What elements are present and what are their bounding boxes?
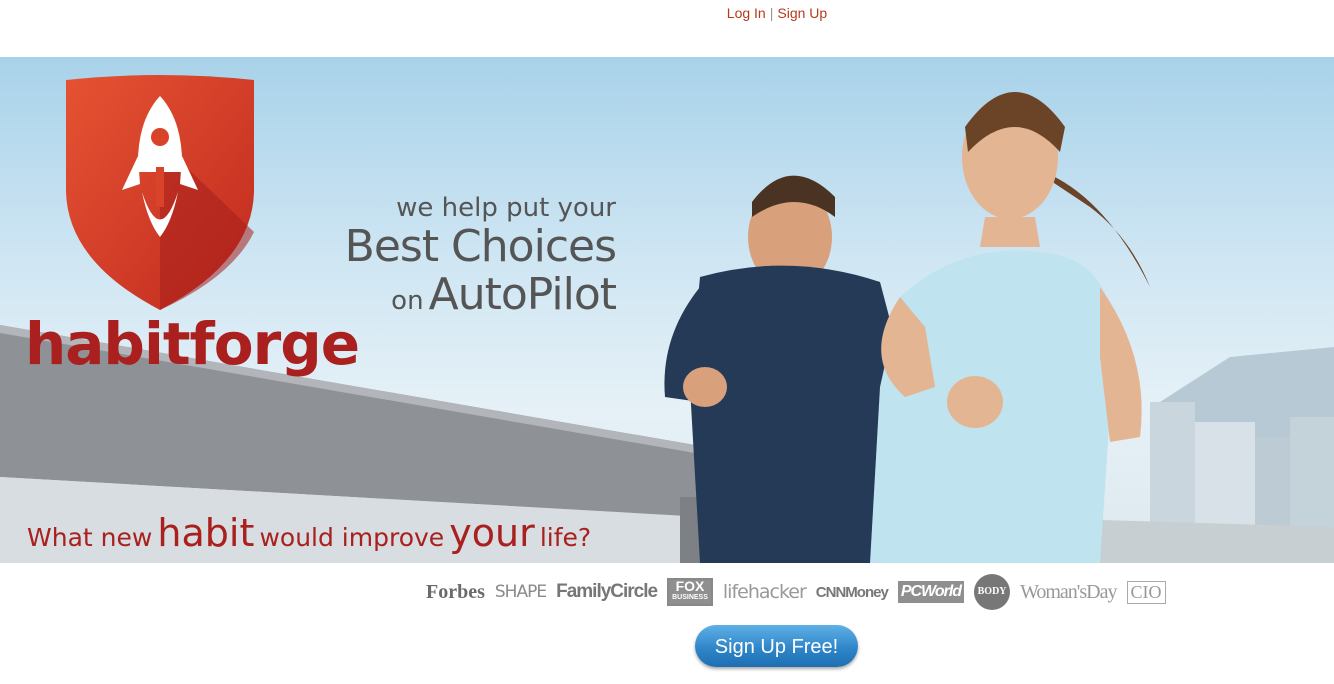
fox-line2: BUSINESS: [672, 594, 708, 601]
fox-line1: FOX: [675, 578, 705, 594]
auth-links: Log In | Sign Up: [0, 5, 1334, 21]
rocket-shield-icon: [66, 75, 254, 310]
question-your: your: [449, 511, 535, 555]
press-womansday: Woman'sDay: [1020, 580, 1117, 603]
top-bar: Log In | Sign Up: [0, 0, 1334, 57]
press-body: BODY: [974, 574, 1011, 610]
question-part5: life?: [539, 523, 592, 552]
tagline-line2: Best Choices: [344, 221, 617, 272]
press-pcworld: PCWorld: [897, 581, 965, 603]
press-familycircle: FamilyCircle: [556, 581, 658, 602]
brand-wordmark[interactable]: habitforge: [25, 315, 360, 373]
press-fox-business: FOX BUSINESS: [667, 578, 713, 606]
press-forbes: Forbes: [426, 580, 485, 603]
signup-free-button[interactable]: Sign Up Free!: [695, 625, 858, 667]
question-habit: habit: [157, 511, 255, 555]
hero-banner: habitforge we help put your Best Choices…: [0, 57, 1334, 563]
tagline-line1: we help put your: [396, 193, 616, 223]
login-link[interactable]: Log In: [727, 5, 766, 21]
press-lifehacker: lifehacker: [722, 581, 807, 603]
question-part3: would improve: [259, 523, 445, 552]
press-logos: Forbes SHAPE FamilyCircle FOX BUSINESS li…: [426, 574, 1166, 610]
press-shape: SHAPE: [494, 582, 547, 602]
tagline-autopilot: AutoPilot: [428, 269, 617, 320]
question-part1: What new: [27, 523, 153, 552]
habit-question: What new habit would improve your life?: [27, 511, 591, 555]
press-cnnmoney: CNNMoney: [815, 583, 889, 601]
auth-separator: |: [769, 5, 774, 21]
press-cio: CIO: [1126, 580, 1166, 604]
tagline-line3: on AutoPilot: [300, 269, 617, 320]
tagline-on: on: [391, 286, 424, 316]
signup-link[interactable]: Sign Up: [777, 5, 827, 21]
